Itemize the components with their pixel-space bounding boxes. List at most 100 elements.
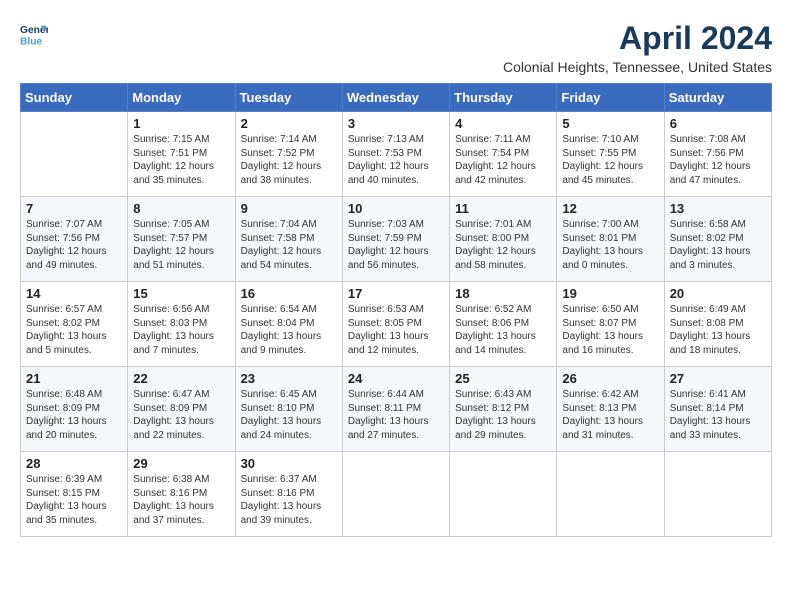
calendar-cell: 22 Sunrise: 6:47 AMSunset: 8:09 PMDayligh… [128, 367, 235, 452]
day-number: 27 [670, 371, 766, 386]
calendar-week-row: 7 Sunrise: 7:07 AMSunset: 7:56 PMDaylight… [21, 197, 772, 282]
calendar-cell [342, 452, 449, 537]
calendar-cell: 13Sunrise: 6:58 AMSunset: 8:02 PMDayligh… [664, 197, 771, 282]
weekday-header-tuesday: Tuesday [235, 84, 342, 112]
day-info: Sunrise: 6:48 AMSunset: 8:09 PMDaylight:… [26, 388, 122, 442]
logo-icon: General Blue [20, 20, 48, 48]
calendar-cell: 3 Sunrise: 7:13 AMSunset: 7:53 PMDaylight… [342, 112, 449, 197]
weekday-header-monday: Monday [128, 84, 235, 112]
day-info: Sunrise: 7:03 AMSunset: 7:59 PMDaylight:… [348, 218, 444, 272]
day-info: Sunrise: 6:43 AMSunset: 8:12 PMDaylight:… [455, 388, 551, 442]
day-info: Sunrise: 6:47 AMSunset: 8:09 PMDaylight:… [133, 388, 229, 442]
calendar-cell [21, 112, 128, 197]
weekday-header-thursday: Thursday [450, 84, 557, 112]
day-info: Sunrise: 6:38 AMSunset: 8:16 PMDaylight:… [133, 473, 229, 527]
calendar-cell: 20 Sunrise: 6:49 AMSunset: 8:08 PMDayligh… [664, 282, 771, 367]
day-number: 15 [133, 286, 229, 301]
day-number: 6 [670, 116, 766, 131]
calendar-cell: 27 Sunrise: 6:41 AMSunset: 8:14 PMDayligh… [664, 367, 771, 452]
calendar-week-row: 28 Sunrise: 6:39 AMSunset: 8:15 PMDayligh… [21, 452, 772, 537]
header: General Blue April 2024 Colonial Heights… [20, 20, 772, 75]
day-info: Sunrise: 6:39 AMSunset: 8:15 PMDaylight:… [26, 473, 122, 527]
day-info: Sunrise: 7:07 AMSunset: 7:56 PMDaylight:… [26, 218, 122, 272]
day-info: Sunrise: 6:53 AMSunset: 8:05 PMDaylight:… [348, 303, 444, 357]
calendar-cell: 18Sunrise: 6:52 AMSunset: 8:06 PMDayligh… [450, 282, 557, 367]
calendar-week-row: 1 Sunrise: 7:15 AMSunset: 7:51 PMDaylight… [21, 112, 772, 197]
day-info: Sunrise: 6:50 AMSunset: 8:07 PMDaylight:… [562, 303, 658, 357]
day-number: 26 [562, 371, 658, 386]
day-number: 23 [241, 371, 337, 386]
calendar-cell: 9Sunrise: 7:04 AMSunset: 7:58 PMDaylight… [235, 197, 342, 282]
calendar-cell: 25 Sunrise: 6:43 AMSunset: 8:12 PMDayligh… [450, 367, 557, 452]
day-number: 1 [133, 116, 229, 131]
day-number: 3 [348, 116, 444, 131]
day-info: Sunrise: 7:15 AMSunset: 7:51 PMDaylight:… [133, 133, 229, 187]
day-number: 30 [241, 456, 337, 471]
calendar-week-row: 21 Sunrise: 6:48 AMSunset: 8:09 PMDayligh… [21, 367, 772, 452]
calendar-cell: 6Sunrise: 7:08 AMSunset: 7:56 PMDaylight… [664, 112, 771, 197]
calendar-cell: 2 Sunrise: 7:14 AMSunset: 7:52 PMDaylight… [235, 112, 342, 197]
calendar-cell: 7 Sunrise: 7:07 AMSunset: 7:56 PMDaylight… [21, 197, 128, 282]
calendar-cell: 14 Sunrise: 6:57 AMSunset: 8:02 PMDayligh… [21, 282, 128, 367]
weekday-header-friday: Friday [557, 84, 664, 112]
day-info: Sunrise: 7:05 AMSunset: 7:57 PMDaylight:… [133, 218, 229, 272]
day-number: 4 [455, 116, 551, 131]
day-info: Sunrise: 6:42 AMSunset: 8:13 PMDaylight:… [562, 388, 658, 442]
day-number: 7 [26, 201, 122, 216]
day-number: 19 [562, 286, 658, 301]
logo: General Blue [20, 20, 48, 48]
day-info: Sunrise: 6:37 AMSunset: 8:16 PMDaylight:… [241, 473, 337, 527]
calendar-cell: 30 Sunrise: 6:37 AMSunset: 8:16 PMDayligh… [235, 452, 342, 537]
calendar-cell: 26 Sunrise: 6:42 AMSunset: 8:13 PMDayligh… [557, 367, 664, 452]
day-number: 10 [348, 201, 444, 216]
day-info: Sunrise: 6:54 AMSunset: 8:04 PMDaylight:… [241, 303, 337, 357]
day-number: 29 [133, 456, 229, 471]
calendar-cell: 10 Sunrise: 7:03 AMSunset: 7:59 PMDayligh… [342, 197, 449, 282]
calendar-week-row: 14 Sunrise: 6:57 AMSunset: 8:02 PMDayligh… [21, 282, 772, 367]
day-number: 21 [26, 371, 122, 386]
day-number: 22 [133, 371, 229, 386]
day-info: Sunrise: 6:44 AMSunset: 8:11 PMDaylight:… [348, 388, 444, 442]
weekday-header-row: SundayMondayTuesdayWednesdayThursdayFrid… [21, 84, 772, 112]
calendar-cell: 29 Sunrise: 6:38 AMSunset: 8:16 PMDayligh… [128, 452, 235, 537]
day-number: 17 [348, 286, 444, 301]
month-title: April 2024 [503, 20, 772, 57]
day-number: 12 [562, 201, 658, 216]
day-number: 28 [26, 456, 122, 471]
day-info: Sunrise: 7:14 AMSunset: 7:52 PMDaylight:… [241, 133, 337, 187]
day-number: 16 [241, 286, 337, 301]
calendar-cell: 16 Sunrise: 6:54 AMSunset: 8:04 PMDayligh… [235, 282, 342, 367]
calendar-cell [557, 452, 664, 537]
calendar-cell: 12 Sunrise: 7:00 AMSunset: 8:01 PMDayligh… [557, 197, 664, 282]
calendar-cell: 19 Sunrise: 6:50 AMSunset: 8:07 PMDayligh… [557, 282, 664, 367]
calendar-cell [450, 452, 557, 537]
day-info: Sunrise: 6:49 AMSunset: 8:08 PMDaylight:… [670, 303, 766, 357]
day-info: Sunrise: 7:00 AMSunset: 8:01 PMDaylight:… [562, 218, 658, 272]
day-number: 18 [455, 286, 551, 301]
day-number: 14 [26, 286, 122, 301]
day-info: Sunrise: 6:45 AMSunset: 8:10 PMDaylight:… [241, 388, 337, 442]
calendar-cell: 23 Sunrise: 6:45 AMSunset: 8:10 PMDayligh… [235, 367, 342, 452]
weekday-header-wednesday: Wednesday [342, 84, 449, 112]
location-subtitle: Colonial Heights, Tennessee, United Stat… [503, 59, 772, 75]
calendar-cell: 24 Sunrise: 6:44 AMSunset: 8:11 PMDayligh… [342, 367, 449, 452]
day-info: Sunrise: 6:41 AMSunset: 8:14 PMDaylight:… [670, 388, 766, 442]
calendar-cell: 4 Sunrise: 7:11 AMSunset: 7:54 PMDaylight… [450, 112, 557, 197]
day-number: 24 [348, 371, 444, 386]
day-info: Sunrise: 7:11 AMSunset: 7:54 PMDaylight:… [455, 133, 551, 187]
calendar-cell [664, 452, 771, 537]
calendar-cell: 1 Sunrise: 7:15 AMSunset: 7:51 PMDaylight… [128, 112, 235, 197]
day-info: Sunrise: 7:13 AMSunset: 7:53 PMDaylight:… [348, 133, 444, 187]
calendar-cell: 28 Sunrise: 6:39 AMSunset: 8:15 PMDayligh… [21, 452, 128, 537]
day-number: 25 [455, 371, 551, 386]
day-number: 20 [670, 286, 766, 301]
day-info: Sunrise: 6:58 AMSunset: 8:02 PMDaylight:… [670, 218, 766, 272]
weekday-header-saturday: Saturday [664, 84, 771, 112]
day-number: 2 [241, 116, 337, 131]
calendar-cell: 11Sunrise: 7:01 AMSunset: 8:00 PMDayligh… [450, 197, 557, 282]
calendar-cell: 5Sunrise: 7:10 AMSunset: 7:55 PMDaylight… [557, 112, 664, 197]
day-number: 11 [455, 201, 551, 216]
day-info: Sunrise: 6:57 AMSunset: 8:02 PMDaylight:… [26, 303, 122, 357]
day-number: 5 [562, 116, 658, 131]
day-number: 9 [241, 201, 337, 216]
